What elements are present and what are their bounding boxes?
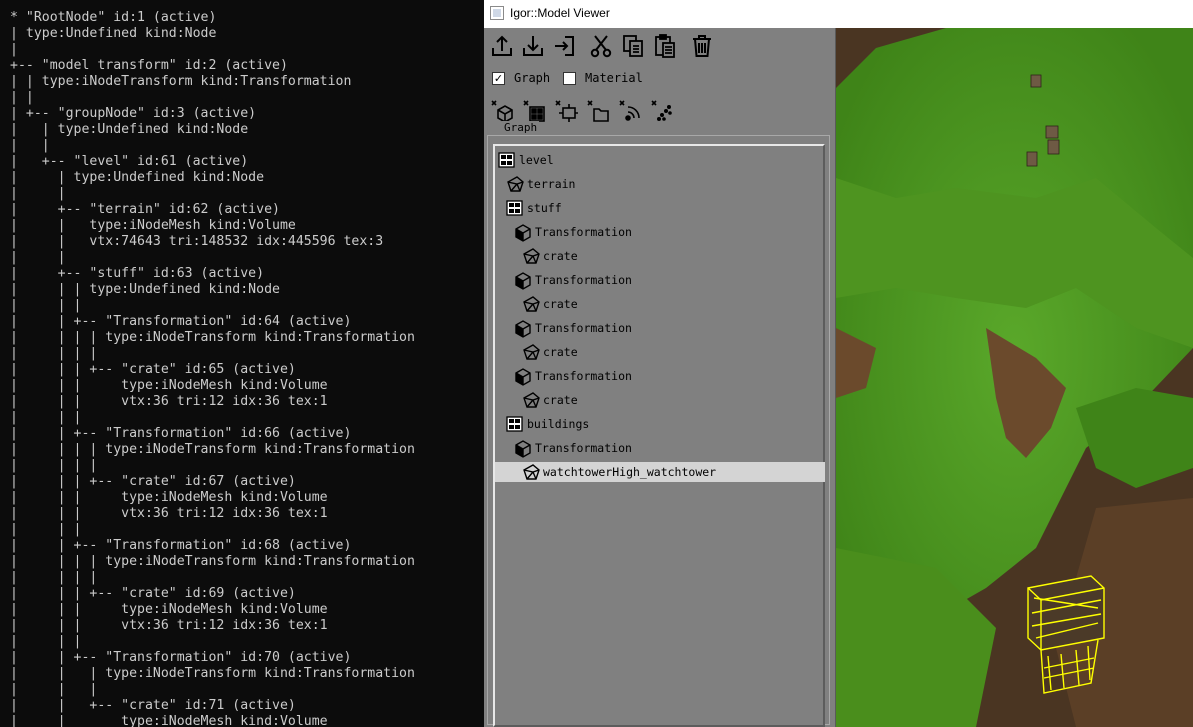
- add-particles-icon: [649, 100, 675, 128]
- transform-node-icon: [513, 318, 533, 338]
- material-checkbox[interactable]: [563, 72, 576, 85]
- copy-icon: [620, 35, 646, 64]
- tree-node[interactable]: level: [495, 150, 825, 170]
- save-icon: [520, 36, 546, 64]
- delete-button[interactable]: [689, 32, 715, 60]
- tree-node[interactable]: Transformation: [495, 438, 825, 458]
- mesh-node-icon: [521, 294, 541, 314]
- crate-object[interactable]: [1045, 125, 1060, 155]
- mesh-node-icon: [521, 462, 541, 482]
- graph-group-title: Graph: [502, 121, 540, 134]
- tree-node-label: terrain: [527, 177, 576, 191]
- paste-button[interactable]: [652, 32, 678, 60]
- group-node-icon: [497, 150, 517, 170]
- mesh-node-icon: [505, 174, 525, 194]
- scene-graph-tree[interactable]: level terrain stuff Transformation crate Tran…: [493, 144, 825, 727]
- tree-node-label: Transformation: [535, 441, 632, 455]
- transform-node-icon: [513, 366, 533, 386]
- group-node-icon: [505, 414, 525, 434]
- tree-node[interactable]: crate: [495, 294, 825, 314]
- save-button[interactable]: [520, 32, 546, 60]
- tree-node-label: Transformation: [535, 225, 632, 239]
- delete-icon: [689, 35, 715, 64]
- console-output: * "RootNode" id:1 (active) | type:Undefi…: [10, 10, 415, 727]
- paste-icon: [652, 34, 678, 64]
- transform-node-icon: [513, 270, 533, 290]
- tree-node-label: Transformation: [535, 321, 632, 335]
- tree-node-label: buildings: [527, 417, 590, 431]
- tree-node[interactable]: terrain: [495, 174, 825, 194]
- mesh-node-icon: [521, 390, 541, 410]
- tree-node[interactable]: Transformation: [495, 270, 825, 290]
- cut-button[interactable]: [588, 32, 614, 60]
- tree-node-label: Transformation: [535, 273, 632, 287]
- tree-node[interactable]: buildings: [495, 414, 825, 434]
- tree-node-label: level: [519, 153, 554, 167]
- graph-checkbox-label: Graph: [514, 71, 551, 85]
- transform-node-icon: [513, 438, 533, 458]
- tree-node[interactable]: Transformation: [495, 222, 825, 242]
- load-button[interactable]: [489, 32, 515, 60]
- add-switch-icon: [553, 100, 579, 128]
- mesh-node-icon: [521, 342, 541, 362]
- 3d-viewport[interactable]: [836, 28, 1193, 727]
- model-viewer-window: Igor::Model Viewer ✓ Graph Material Grap…: [484, 0, 1193, 727]
- crate-object[interactable]: [1026, 151, 1038, 167]
- crate-object[interactable]: [1030, 74, 1042, 88]
- tree-node-label: watchtowerHigh_watchtower: [543, 465, 717, 479]
- tree-node[interactable]: watchtowerHigh_watchtower: [495, 462, 825, 482]
- tree-node[interactable]: crate: [495, 342, 825, 362]
- transform-node-icon: [513, 222, 533, 242]
- tree-node[interactable]: crate: [495, 390, 825, 410]
- mesh-node-icon: [521, 246, 541, 266]
- graph-checkbox[interactable]: ✓: [492, 72, 505, 85]
- add-particles-button[interactable]: [649, 98, 675, 124]
- tree-node-label: Transformation: [535, 369, 632, 383]
- tree-node-label: crate: [543, 393, 578, 407]
- window-title: Igor::Model Viewer: [510, 6, 610, 20]
- add-model-button[interactable]: [585, 98, 611, 124]
- console-window[interactable]: * "RootNode" id:1 (active) | type:Undefi…: [0, 0, 484, 727]
- cut-icon: [588, 35, 614, 64]
- side-panel: ✓ Graph Material Graph level terrain stu…: [484, 28, 836, 727]
- import-icon: [552, 36, 578, 64]
- title-bar[interactable]: Igor::Model Viewer: [484, 0, 1193, 28]
- tree-node-label: crate: [543, 249, 578, 263]
- add-emitter-icon: [617, 100, 643, 128]
- tree-node[interactable]: Transformation: [495, 318, 825, 338]
- load-icon: [489, 35, 515, 64]
- app-icon: [490, 6, 504, 20]
- copy-button[interactable]: [620, 32, 646, 60]
- tree-node[interactable]: crate: [495, 246, 825, 266]
- tree-node-label: crate: [543, 345, 578, 359]
- import-button[interactable]: [552, 32, 578, 60]
- material-checkbox-label: Material: [585, 71, 643, 85]
- add-switch-button[interactable]: [553, 98, 579, 124]
- tree-node[interactable]: stuff: [495, 198, 825, 218]
- tree-node-label: stuff: [527, 201, 562, 215]
- tree-node[interactable]: Transformation: [495, 366, 825, 386]
- group-node-icon: [505, 198, 525, 218]
- tree-node-label: crate: [543, 297, 578, 311]
- add-model-icon: [585, 100, 611, 128]
- add-emitter-button[interactable]: [617, 98, 643, 124]
